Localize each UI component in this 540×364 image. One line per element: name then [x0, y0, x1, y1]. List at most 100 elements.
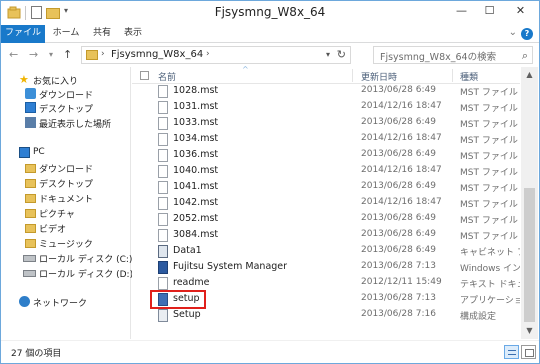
search-placeholder: Fjsysmng_W8x_64の検索	[380, 52, 497, 63]
large-icons-view-icon[interactable]	[521, 345, 536, 359]
column-date-modified[interactable]: 更新日時	[361, 70, 397, 83]
recent-locations-dropdown[interactable]: ▾	[49, 47, 53, 63]
breadcrumb-chevron-icon[interactable]: ›	[101, 49, 105, 59]
download-icon	[25, 88, 36, 99]
tab-view[interactable]: 表示	[120, 25, 146, 43]
file-row[interactable]: 2052.mst 2013/06/28 6:49 MST ファイル	[132, 212, 520, 228]
highlight-box	[150, 290, 206, 309]
file-date: 2014/12/16 18:47	[361, 133, 442, 143]
file-icon	[158, 229, 168, 242]
pictures-folder-icon	[25, 209, 36, 218]
file-type: MST ファイル	[460, 216, 518, 226]
ribbon-tabs: ファイル ホーム 共有 表示 ⌄ ?	[1, 25, 539, 43]
nav-label: ダウンロード	[39, 91, 94, 101]
file-row[interactable]: 3084.mst 2013/06/28 6:49 MST ファイル	[132, 228, 520, 244]
tab-file[interactable]: ファイル	[1, 25, 45, 43]
column-type[interactable]: 種類	[460, 70, 478, 83]
file-name: 1036.mst	[173, 149, 219, 160]
file-row[interactable]: Data1 2013/06/28 6:49 キャビネット ファイル	[132, 244, 520, 260]
computer-icon	[19, 147, 30, 158]
address-row: ← → ▾ ↑ › Fjsysmng_W8x_64 › ▾ ↻ Fjsysmng…	[1, 44, 539, 66]
file-icon	[158, 101, 168, 114]
file-row[interactable]: Fujitsu System Manager 2013/06/28 7:13 W…	[132, 260, 520, 276]
file-type: MST ファイル	[460, 152, 518, 162]
file-name: 1028.mst	[173, 85, 219, 96]
file-type: Windows インストーラー	[460, 264, 520, 274]
close-button[interactable]: ✕	[503, 1, 538, 21]
file-name: readme	[173, 277, 210, 288]
back-button[interactable]: ←	[9, 47, 18, 63]
search-input[interactable]: Fjsysmng_W8x_64の検索 ⌕	[373, 46, 533, 64]
search-icon[interactable]: ⌕	[522, 49, 528, 63]
file-row[interactable]: 1028.mst 2013/06/28 6:49 MST ファイル	[132, 84, 520, 100]
breadcrumb-current-folder[interactable]: Fjsysmng_W8x_64	[111, 49, 203, 60]
file-row[interactable]: Setup 2013/06/28 7:16 構成設定	[132, 308, 520, 324]
drive-icon	[23, 255, 36, 262]
file-type: アプリケーション	[460, 296, 520, 306]
file-icon	[158, 181, 168, 194]
column-divider[interactable]	[452, 69, 453, 82]
vertical-scrollbar[interactable]: ▲ ▼	[521, 67, 538, 339]
forward-button[interactable]: →	[29, 47, 38, 63]
file-row[interactable]: 1036.mst 2013/06/28 6:49 MST ファイル	[132, 148, 520, 164]
music-folder-icon	[25, 239, 36, 248]
nav-label: デスクトップ	[39, 180, 94, 190]
nav-label: ミュージック	[39, 240, 93, 250]
select-all-checkbox[interactable]	[140, 71, 149, 80]
installer-icon	[158, 261, 168, 274]
file-date: 2013/06/28 7:13	[361, 261, 436, 271]
file-row[interactable]: 1040.mst 2014/12/16 18:47 MST ファイル	[132, 164, 520, 180]
file-type: MST ファイル	[460, 184, 518, 194]
file-date: 2013/06/28 7:13	[361, 293, 436, 303]
breadcrumb-chevron-icon[interactable]: ›	[206, 49, 210, 59]
file-row[interactable]: 1042.mst 2014/12/16 18:47 MST ファイル	[132, 196, 520, 212]
file-name: 3084.mst	[173, 229, 219, 240]
nav-label: デスクトップ	[39, 105, 94, 115]
details-view-icon[interactable]	[504, 345, 519, 359]
file-row[interactable]: 1034.mst 2014/12/16 18:47 MST ファイル	[132, 132, 520, 148]
file-name: 1040.mst	[173, 165, 219, 176]
tab-home[interactable]: ホーム	[51, 25, 81, 43]
explorer-window: ▾ Fjsysmng_W8x_64 — ☐ ✕ ファイル ホーム 共有 表示 ⌄…	[0, 0, 540, 364]
refresh-icon[interactable]: ↻	[337, 48, 346, 61]
file-row[interactable]: 1031.mst 2014/12/16 18:47 MST ファイル	[132, 100, 520, 116]
tab-share[interactable]: 共有	[89, 25, 115, 43]
network-icon	[19, 296, 30, 307]
minimize-button[interactable]: —	[448, 1, 475, 21]
recent-places-icon	[25, 117, 36, 128]
scroll-down-icon[interactable]: ▼	[521, 323, 538, 339]
nav-label: ローカル ディスク (C:)	[39, 255, 133, 265]
file-date: 2013/06/28 7:16	[361, 309, 436, 319]
scroll-thumb[interactable]	[524, 188, 535, 322]
nav-label: ネットワーク	[33, 299, 88, 309]
file-date: 2013/06/28 6:49	[361, 229, 436, 239]
address-dropdown-icon[interactable]: ▾	[326, 50, 330, 59]
column-name[interactable]: 名前	[158, 70, 176, 83]
desktop-icon	[25, 102, 36, 113]
item-count: 27 個の項目	[11, 349, 62, 359]
config-file-icon	[158, 309, 168, 322]
address-bar[interactable]: › Fjsysmng_W8x_64 › ▾ ↻	[81, 46, 351, 64]
file-name: Setup	[173, 309, 201, 320]
file-row-setup[interactable]: setup 2013/06/28 7:13 アプリケーション	[132, 290, 520, 309]
nav-label: PC	[33, 147, 45, 157]
file-type: MST ファイル	[460, 232, 518, 242]
up-button[interactable]: ↑	[63, 47, 72, 63]
file-row[interactable]: 1033.mst 2013/06/28 6:49 MST ファイル	[132, 116, 520, 132]
file-type: キャビネット ファイル	[460, 248, 520, 258]
scroll-up-icon[interactable]: ▲	[521, 67, 538, 83]
help-icon[interactable]: ?	[521, 28, 533, 40]
file-date: 2014/12/16 18:47	[361, 165, 442, 175]
file-icon	[158, 117, 168, 130]
folder-icon	[86, 50, 98, 60]
column-divider[interactable]	[352, 69, 353, 82]
drive-icon	[23, 270, 36, 277]
ribbon-expand-icon[interactable]: ⌄	[509, 27, 517, 38]
maximize-button[interactable]: ☐	[476, 1, 503, 21]
file-row[interactable]: 1041.mst 2013/06/28 6:49 MST ファイル	[132, 180, 520, 196]
desktop-folder-icon	[25, 179, 36, 188]
file-type: MST ファイル	[460, 120, 518, 130]
title-bar: ▾ Fjsysmng_W8x_64 — ☐ ✕	[1, 1, 539, 25]
file-date: 2012/12/11 15:49	[361, 277, 442, 287]
file-icon	[158, 133, 168, 146]
